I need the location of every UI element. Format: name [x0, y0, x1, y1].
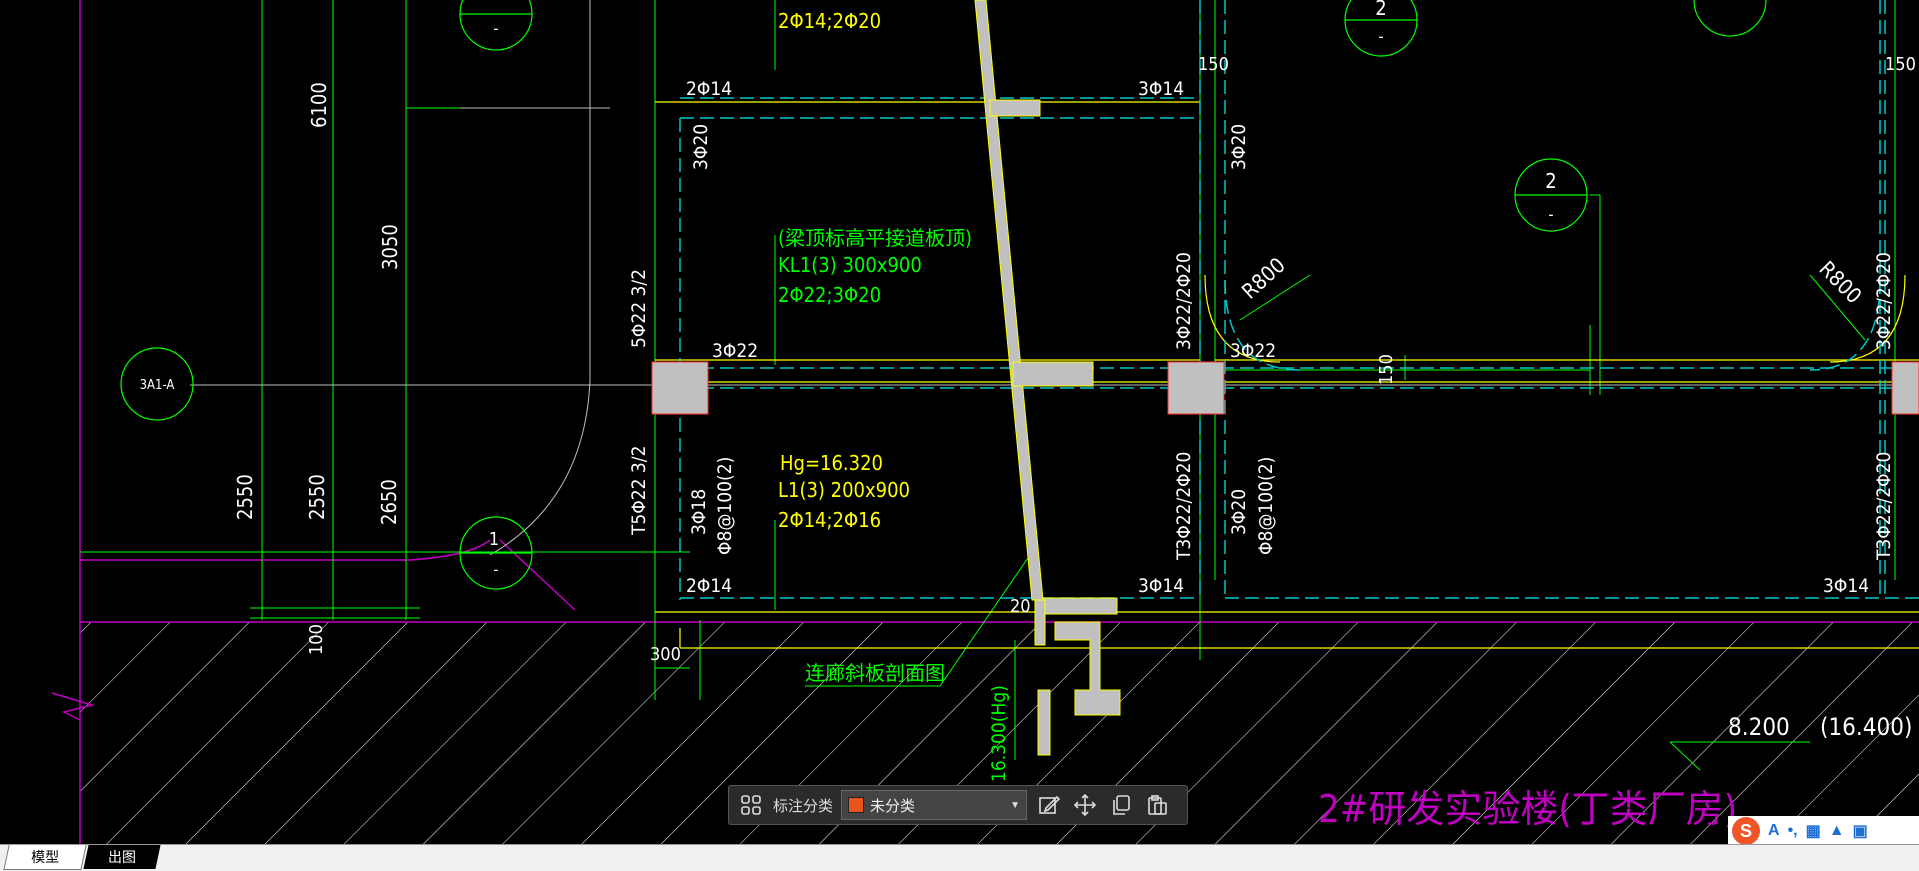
axis-bubble-label: -	[493, 19, 498, 38]
rebar-label: 3Φ20	[690, 124, 712, 170]
rebar-label: 3Φ14	[1138, 575, 1184, 597]
axis-bubble-label: -	[1378, 27, 1383, 46]
rebar-label: 3Φ20	[1228, 124, 1250, 170]
radius-label: R800	[1814, 257, 1866, 309]
tab-layout[interactable]: 出图	[83, 845, 161, 869]
gray-lines	[190, 0, 1919, 556]
cad-drawing-canvas[interactable]: 2Φ14;2Φ20 2Φ14 3Φ14 3Φ20 3Φ20 (梁顶标高平接道板顶…	[0, 0, 1919, 844]
rebar-label: 3Φ22/2Φ20	[1173, 252, 1195, 350]
dimension-label: 300	[650, 644, 681, 665]
beam-spec: L1(3) 200x900	[778, 478, 910, 502]
elevation-label: Hg=16.320	[780, 451, 883, 475]
copy-icon[interactable]	[1107, 791, 1135, 819]
rebar-label: 2Φ14;2Φ20	[778, 9, 881, 33]
building-title: 2#研发实验楼(丁类厂房)	[1318, 787, 1737, 831]
axis-bubble-label: 2	[1545, 169, 1556, 193]
tab-model-label: 模型	[31, 849, 60, 865]
elevation-label: 16.300(Hg)	[988, 685, 1010, 782]
ime-keyboard-icon[interactable]: ▦	[1806, 821, 1821, 841]
rebar-label: T5Φ22 3/2	[628, 446, 650, 536]
axis-bubble-label: -	[1548, 205, 1553, 224]
axis-bubbles	[120, 0, 1767, 590]
sogou-logo-icon[interactable]: S	[1732, 817, 1760, 845]
axis-bubble-label: -	[493, 560, 498, 579]
dimension-label: 20	[1010, 596, 1031, 617]
ime-skin-icon[interactable]: ▲	[1829, 822, 1845, 840]
tab-model[interactable]: 模型	[3, 845, 87, 870]
beam-rebar: 2Φ14;2Φ16	[778, 508, 881, 532]
layout-tabs: 模型 出图	[0, 844, 1919, 871]
paste-icon[interactable]	[1143, 791, 1171, 819]
stirrup-label: Φ8@100(2)	[1255, 457, 1277, 555]
category-value: 未分类	[870, 797, 916, 815]
rebar-label: 3Φ22	[1230, 340, 1276, 362]
axis-bubble-label: 1	[489, 529, 499, 550]
color-swatch	[848, 797, 865, 813]
beam-note: (梁顶标高平接道板顶)	[778, 226, 972, 250]
axis-bubble-label: 2	[1375, 0, 1386, 20]
rebar-label: 3Φ14	[1138, 78, 1184, 100]
grid-icon[interactable]	[737, 791, 765, 819]
dimension-label: 150	[1885, 54, 1916, 75]
dimension-label: 2650	[377, 479, 401, 525]
dimension-label: 150	[1376, 354, 1397, 385]
edit-icon[interactable]	[1035, 791, 1063, 819]
category-dropdown[interactable]: 未分类 ▼	[841, 790, 1028, 820]
ime-mode-icon[interactable]: A	[1768, 822, 1780, 840]
elevation-label: (16.400)	[1820, 713, 1912, 741]
rebar-label: T3Φ22/2Φ20	[1873, 452, 1895, 561]
rebar-label: 2Φ14	[686, 78, 732, 100]
beam-rebar: 2Φ22;3Φ20	[778, 283, 881, 307]
dimension-label: 3050	[378, 224, 402, 270]
ime-toolbox-icon[interactable]: ▣	[1853, 821, 1868, 841]
move-icon[interactable]	[1071, 791, 1099, 819]
dimension-label: 100	[306, 624, 327, 655]
dimension-label: 2550	[233, 474, 257, 520]
rebar-label: T3Φ22/2Φ20	[1173, 452, 1195, 561]
ime-punct-icon[interactable]: •,	[1788, 822, 1798, 840]
rebar-label: 5Φ22 3/2	[628, 269, 650, 348]
axis-bubble-label: 3A1-A	[140, 378, 175, 393]
dimension-label: 6100	[307, 82, 331, 128]
rebar-label: 3Φ20	[1228, 489, 1250, 535]
rebar-label: 3Φ22/2Φ20	[1873, 252, 1895, 350]
dimension-label: 150	[1198, 54, 1229, 75]
rebar-label: 2Φ14	[686, 575, 732, 597]
tab-layout-label: 出图	[108, 849, 136, 865]
category-label: 标注分类	[773, 797, 834, 815]
ime-bar: S A •, ▦ ▲ ▣	[1728, 816, 1919, 846]
dimension-label: 2550	[305, 474, 329, 520]
stirrup-label: Φ8@100(2)	[714, 457, 736, 555]
beam-lines	[655, 101, 1919, 649]
section-title: 连廊斜板剖面图	[805, 661, 945, 685]
radius-label: R800	[1237, 253, 1290, 304]
beam-spec: KL1(3) 300x900	[778, 253, 922, 277]
rebar-label: 3Φ18	[688, 489, 710, 535]
rebar-label: 3Φ22	[712, 340, 758, 362]
annotation-toolbar: 标注分类 未分类 ▼	[728, 785, 1188, 825]
rebar-label: 3Φ14	[1823, 575, 1869, 597]
chevron-down-icon: ▼	[1010, 799, 1021, 811]
elevation-label: 8.200	[1728, 713, 1790, 741]
